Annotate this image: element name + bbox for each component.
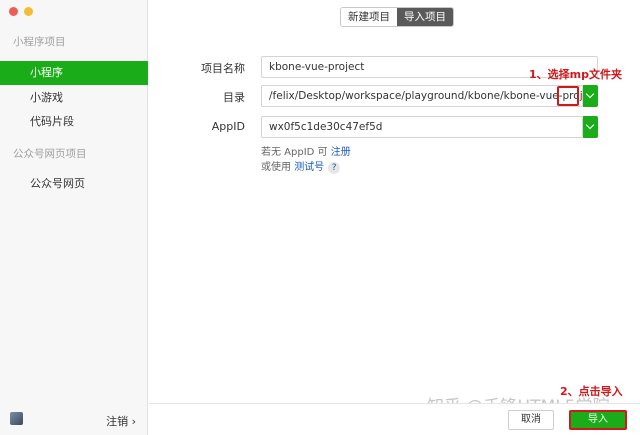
sidebar-item-web-page[interactable]: 公众号网页: [0, 172, 148, 196]
section-title-web-project: 公众号网页项目: [13, 148, 87, 160]
annotation-step2: 2、点击导入: [560, 385, 623, 398]
sidebar-item-mini-game[interactable]: 小游戏: [0, 86, 148, 110]
footer-bar: 取消 导入: [149, 403, 640, 435]
project-name-label: 项目名称: [201, 62, 245, 75]
tab-import-project[interactable]: 导入项目: [397, 8, 453, 26]
chevron-down-icon: [585, 89, 595, 99]
sidebar-item-mini-program[interactable]: 小程序: [0, 61, 148, 85]
hint-register: 若无 AppID 可 注册: [261, 143, 351, 158]
directory-dropdown-button[interactable]: [583, 85, 598, 107]
avatar[interactable]: [10, 412, 23, 425]
register-link[interactable]: 注册: [331, 147, 351, 158]
help-icon[interactable]: ?: [328, 162, 341, 174]
close-window-icon[interactable]: [9, 7, 18, 16]
hint-test-text: 或使用: [261, 162, 295, 173]
minimize-window-icon[interactable]: [24, 7, 33, 16]
appid-value: wx0f5c1de30c47ef5d: [269, 121, 383, 133]
directory-label: 目录: [223, 91, 245, 104]
hint-test-account: 或使用 测试号?: [261, 158, 341, 174]
section-title-mini-program: 小程序项目: [13, 36, 66, 48]
sidebar-item-code-snippet[interactable]: 代码片段: [0, 110, 148, 134]
chevron-down-icon: [585, 120, 595, 130]
directory-input[interactable]: /felix/Desktop/workspace/playground/kbon…: [261, 85, 583, 107]
sidebar-footer: 注销 ›: [0, 405, 148, 435]
directory-path-value: /felix/Desktop/workspace/playground/kbon…: [269, 90, 583, 102]
hint-register-text: 若无 AppID 可: [261, 147, 331, 158]
test-account-link[interactable]: 测试号: [294, 162, 324, 173]
highlight-box-mp: [557, 86, 579, 106]
appid-input[interactable]: wx0f5c1de30c47ef5d: [261, 116, 583, 138]
logout-link[interactable]: 注销 ›: [106, 413, 136, 429]
window-controls: [9, 7, 33, 16]
annotation-step1: 1、选择mp文件夹: [529, 68, 622, 81]
appid-label: AppID: [211, 120, 245, 133]
sidebar: 小程序项目 小程序 小游戏 代码片段 公众号网页项目 公众号网页 注销 ›: [0, 0, 148, 435]
tab-new-project[interactable]: 新建项目: [341, 8, 397, 26]
project-tabs: 新建项目 导入项目: [340, 7, 454, 27]
project-name-value: kbone-vue-project: [269, 61, 365, 73]
appid-dropdown-button[interactable]: [583, 116, 598, 138]
import-button[interactable]: 导入: [569, 410, 627, 430]
main-panel: 新建项目 导入项目 项目名称 kbone-vue-project 目录 /fel…: [149, 0, 640, 435]
cancel-button[interactable]: 取消: [508, 410, 554, 430]
